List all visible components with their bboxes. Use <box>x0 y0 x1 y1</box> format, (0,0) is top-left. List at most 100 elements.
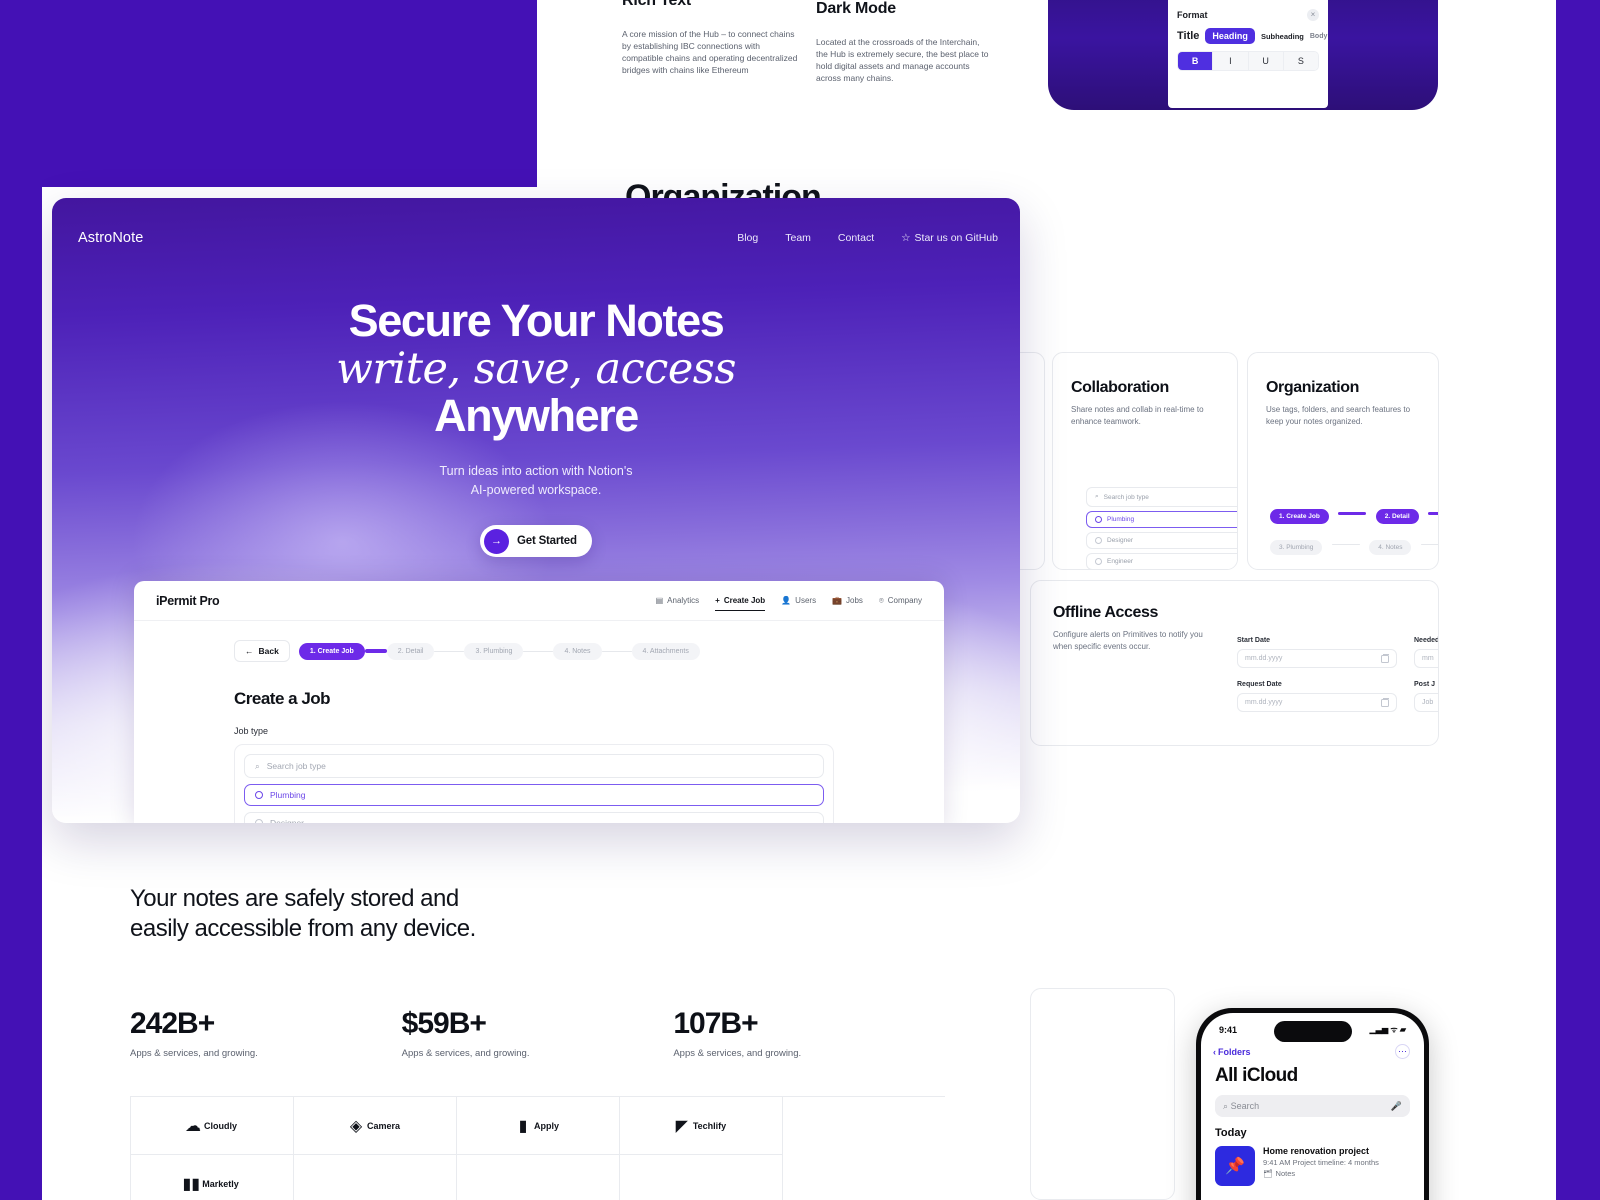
style-subheading[interactable]: Subheading <box>1261 32 1304 41</box>
cloud-icon: ☁ <box>185 1117 201 1135</box>
chart-icon: ▮▮ <box>182 1175 201 1193</box>
format-header: Format × <box>1168 9 1328 21</box>
start-date-input[interactable]: mm.dd.yyyy <box>1237 649 1397 668</box>
phone-search-input[interactable]: ⌕ Search 🎤 <box>1215 1095 1410 1117</box>
triangle-icon: ◤ <box>675 1117 688 1135</box>
back-button[interactable]: ← Back <box>234 640 290 662</box>
step-plumbing[interactable]: 3. Plumbing <box>464 642 524 660</box>
post-job-input[interactable]: Job <box>1414 693 1438 712</box>
section-today: Today <box>1215 1127 1247 1139</box>
company-icon: ⌾ <box>878 595 884 605</box>
format-marks-row: B I U S <box>1177 51 1319 71</box>
collab-option-plumbing[interactable]: Plumbing <box>1086 511 1237 528</box>
logo-item: ◈ Camera <box>294 1097 457 1155</box>
step-connector <box>523 650 554 652</box>
calendar-icon[interactable] <box>1381 653 1389 663</box>
job-option-designer[interactable]: Designer <box>244 812 824 823</box>
app-body: ← Back 1. Create Job 2. Detail 3. Plumbi… <box>134 621 944 823</box>
logo-name: Camera <box>366 1120 401 1131</box>
app-menu: ▤ Analytics + Create Job 👤 Users 💼 Jobs <box>656 596 922 611</box>
headline-line-3: Anywhere <box>434 389 639 441</box>
job-search-placeholder: Search job type <box>266 761 326 771</box>
nav-item-blog[interactable]: Blog <box>737 232 758 244</box>
status-time: 9:41 <box>1219 1024 1238 1035</box>
feature-card-organization: Organization Use tags, folders, and sear… <box>1247 352 1439 570</box>
rich-text-section: Rich Text A core mission of the Hub – to… <box>622 0 802 76</box>
app-menu-create-job[interactable]: + Create Job <box>715 596 766 611</box>
style-body[interactable]: Body <box>1310 33 1328 40</box>
stats-section: Your notes are safely stored and easily a… <box>130 884 945 1059</box>
logo-item-empty <box>620 1155 783 1200</box>
post-job-value: Job <box>1422 699 1434 706</box>
user-icon: 👤 <box>781 596 792 605</box>
collab-option-label: Engineer <box>1107 558 1134 565</box>
note-list-item[interactable]: 📌 Home renovation project 9:41 AM Projec… <box>1215 1146 1410 1186</box>
step-notes[interactable]: 4. Notes <box>553 642 602 660</box>
org-step-3[interactable]: 3. Plumbing <box>1270 540 1323 555</box>
stat-caption: Apps & services, and growing. <box>130 1048 258 1060</box>
more-options-icon[interactable]: ⋯ <box>1395 1044 1410 1059</box>
org-step-4[interactable]: 4. Notes <box>1369 540 1412 555</box>
bold-button[interactable]: B <box>1178 52 1214 70</box>
calendar-icon[interactable] <box>1381 697 1389 707</box>
step-create-job[interactable]: 1. Create Job <box>298 642 365 660</box>
github-star-label: Star us on GitHub <box>914 232 998 244</box>
rich-text-body: A core mission of the Hub – to connect c… <box>622 29 798 76</box>
needed-label: Needed <box>1414 637 1439 644</box>
step-connector <box>1331 544 1360 546</box>
logo-item-empty <box>457 1155 620 1200</box>
logo-name: Cloudly <box>204 1120 237 1131</box>
brand-logo[interactable]: AstroNote <box>78 230 143 246</box>
bar-icon: ▮ <box>518 1117 528 1135</box>
collab-option-engineer[interactable]: Engineer <box>1086 553 1237 569</box>
needed-input[interactable]: mm <box>1414 649 1438 668</box>
app-menu-analytics[interactable]: ▤ Analytics <box>656 596 700 605</box>
arrow-right-icon: → <box>484 528 509 554</box>
style-heading[interactable]: Heading <box>1205 28 1255 44</box>
logo-item: ☁ Cloudly <box>131 1097 294 1155</box>
request-date-input[interactable]: mm.dd.yyyy <box>1237 693 1397 712</box>
step-detail[interactable]: 2. Detail <box>386 642 435 660</box>
hero-navbar: AstroNote Blog Team Contact ☆ Star us on… <box>78 230 998 246</box>
arrow-left-icon: ← <box>245 646 254 656</box>
close-icon[interactable]: × <box>1307 9 1319 21</box>
app-menu-users[interactable]: 👤 Users <box>781 596 816 605</box>
app-menu-company[interactable]: ⌾ Company <box>879 596 922 606</box>
job-option-plumbing[interactable]: Plumbing <box>244 784 824 806</box>
collab-option-designer[interactable]: Designer <box>1086 532 1237 549</box>
step-connector <box>1420 544 1438 546</box>
collab-search-input[interactable]: ⌕ Search job type <box>1086 487 1237 507</box>
nav-item-team[interactable]: Team <box>785 232 811 244</box>
get-started-button[interactable]: → Get Started <box>480 525 592 558</box>
dark-mode-body: Located at the crossroads of the Interch… <box>816 37 989 84</box>
strikethrough-button[interactable]: S <box>1283 52 1318 70</box>
stat-value: 107B+ <box>673 1007 758 1041</box>
step-attachments[interactable]: 4. Attachments <box>631 642 700 660</box>
underline-button[interactable]: U <box>1248 52 1284 70</box>
step-connector <box>601 650 632 652</box>
diamond-icon: ◈ <box>349 1117 363 1135</box>
logo-grid: ☁ Cloudly ◈ Camera ▮ Apply ◤ Techlify ▮▮… <box>130 1096 945 1200</box>
italic-button[interactable]: I <box>1213 52 1249 70</box>
github-star-link[interactable]: ☆ Star us on GitHub <box>901 232 998 244</box>
nav-item-contact[interactable]: Contact <box>838 232 874 244</box>
style-title[interactable]: Title <box>1177 30 1199 42</box>
logo-name: Techlify <box>692 1120 727 1131</box>
start-date-value: mm.dd.yyyy <box>1245 655 1283 662</box>
job-stepper: ← Back 1. Create Job 2. Detail 3. Plumbi… <box>134 640 944 662</box>
job-search-input[interactable]: ⌕ Search job type <box>244 754 824 778</box>
microphone-icon[interactable]: 🎤 <box>1391 1101 1402 1112</box>
org-step-1[interactable]: 1. Create Job <box>1270 509 1329 524</box>
collab-option-label: Plumbing <box>1107 516 1135 523</box>
post-job-label: Post J <box>1414 681 1436 688</box>
search-icon: ⌕ <box>1223 1100 1229 1111</box>
back-to-folders[interactable]: ‹ Folders <box>1213 1047 1251 1057</box>
screenshot-stage: Rich Text A core mission of the Hub – to… <box>0 0 1600 1200</box>
org-step-2[interactable]: 2. Detail <box>1375 509 1419 524</box>
needed-value: mm <box>1422 655 1434 662</box>
search-placeholder: Search <box>1230 1100 1260 1111</box>
app-menu-label: Users <box>795 596 817 605</box>
logo-name: Marketly <box>202 1178 239 1189</box>
stat-item: $59B+ Apps & services, and growing. <box>402 1007 674 1059</box>
app-menu-jobs[interactable]: 💼 Jobs <box>832 596 863 605</box>
